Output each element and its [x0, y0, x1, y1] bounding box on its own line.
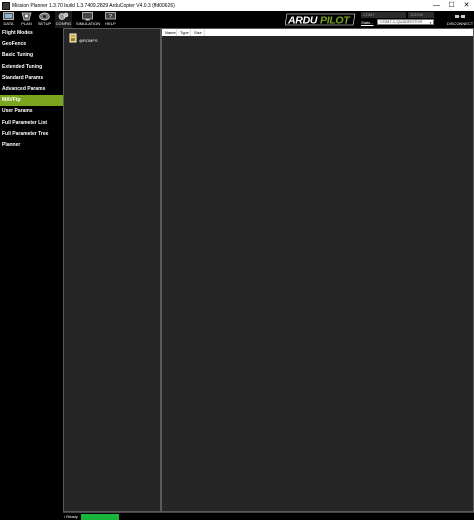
sidebar-item-advanced-params[interactable]: Advanced Params: [0, 84, 63, 95]
toolbar-help-label: HELP: [105, 21, 116, 26]
disconnect-button[interactable]: DISCONNECT: [446, 11, 474, 27]
sidebar-item-full-parameter-tree[interactable]: Full Parameter Tree: [0, 129, 63, 140]
status-bar: / Ready: [63, 512, 474, 520]
help-icon: ?: [105, 12, 116, 20]
tree-node-label: @ROMFS: [79, 38, 98, 43]
svg-text:?: ?: [109, 14, 112, 20]
column-header-size[interactable]: Size: [191, 29, 205, 36]
column-header-name[interactable]: Name: [162, 29, 177, 36]
toolbar-data-button[interactable]: DATA: [0, 11, 17, 28]
toolbar-setup-button[interactable]: SETUP: [36, 11, 53, 28]
toolbar-data-label: DATA: [3, 21, 14, 26]
data-icon: [3, 12, 14, 20]
svg-text:PILOT: PILOT: [320, 15, 351, 27]
toolbar-setup-label: SETUP: [37, 21, 52, 26]
toolbar-config-label: CONFIG: [55, 21, 72, 26]
file-list-header: Name Type Size: [162, 29, 473, 36]
plug-icon: [455, 15, 465, 18]
status-text: / Ready: [64, 514, 78, 519]
link-select[interactable]: COM7-1-QUADROTOR ▼: [377, 19, 434, 25]
chevron-down-icon: ▼: [429, 21, 432, 25]
ardupilot-logo: ARDU PILOT: [285, 13, 356, 27]
toolbar-simulation-button[interactable]: SIMULATION: [76, 11, 101, 28]
config-icon: [58, 12, 69, 20]
toolbar-help-button[interactable]: ? HELP: [102, 11, 119, 28]
toolbar-plan-button[interactable]: PLAN: [18, 11, 35, 28]
stats-link[interactable]: Stats...: [361, 20, 373, 25]
tree-node-romfs[interactable]: @ROMFS: [69, 32, 98, 43]
folder-icon: [69, 32, 77, 43]
file-list[interactable]: Name Type Size: [161, 28, 474, 512]
app-icon: [2, 1, 10, 10]
link-select-value: COM7-1-QUADROTOR: [380, 19, 423, 24]
sidebar-item-geofence[interactable]: GeoFence: [0, 39, 63, 50]
minimize-button[interactable]: —: [429, 0, 444, 11]
toolbar-config-button[interactable]: CONFIG: [55, 11, 72, 28]
window-controls: — ☐ ✕: [429, 0, 474, 11]
main-toolbar: DATA PLAN SETUP CONFIG SIMULATION ? HELP…: [0, 11, 474, 28]
setup-icon: [39, 12, 50, 21]
toolbar-simulation-label: SIMULATION: [76, 21, 101, 26]
progress-fill: [81, 514, 119, 520]
column-header-filler: [205, 29, 473, 36]
title-bar: Mission Planner 1.3.70 build 1.3.7409.28…: [0, 0, 474, 11]
simulation-icon: [81, 12, 93, 21]
com-port-select[interactable]: COM7: [361, 12, 406, 18]
sidebar-item-standard-params[interactable]: Standard Params: [0, 73, 63, 84]
mission-planner-window: Mission Planner 1.3.70 build 1.3.7409.28…: [0, 0, 474, 520]
column-header-type[interactable]: Type: [177, 29, 191, 36]
svg-text:ARDU: ARDU: [287, 15, 318, 27]
sidebar-item-user-params[interactable]: User Params: [0, 106, 63, 117]
toolbar-plan-label: PLAN: [21, 21, 32, 26]
sidebar-item-basic-tuning[interactable]: Basic Tuning: [0, 50, 63, 61]
config-sidebar: Flight Modes GeoFence Basic Tuning Exten…: [0, 28, 68, 520]
sidebar-item-flight-modes[interactable]: Flight Modes: [0, 28, 63, 39]
sidebar-item-mavftp[interactable]: MAVFtp: [0, 95, 68, 107]
window-title: Mission Planner 1.3.70 build 1.3.7409.28…: [12, 2, 175, 9]
sidebar-item-planner[interactable]: Planner: [0, 140, 63, 151]
sidebar-item-extended-tuning[interactable]: Extended Tuning: [0, 62, 63, 73]
sidebar-item-full-parameter-list[interactable]: Full Parameter List: [0, 118, 63, 129]
directory-tree[interactable]: @ROMFS: [63, 28, 161, 512]
close-button[interactable]: ✕: [459, 0, 474, 11]
disconnect-label: DISCONNECT: [446, 21, 474, 26]
baud-rate-select[interactable]: 115200: [408, 12, 434, 18]
plan-icon: [21, 12, 32, 21]
maximize-button[interactable]: ☐: [444, 0, 459, 11]
progress-bar: [81, 514, 119, 520]
